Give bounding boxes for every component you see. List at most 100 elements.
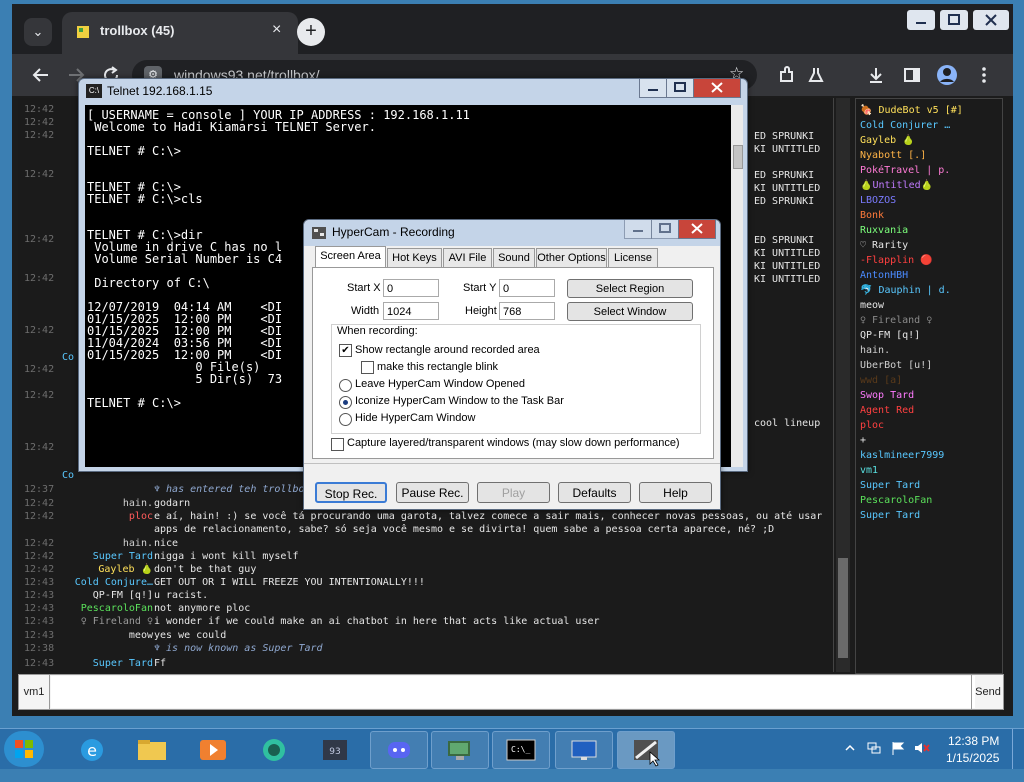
hypercam-close-icon[interactable] — [678, 220, 716, 239]
clock-date[interactable]: 1/15/2025 — [946, 751, 999, 765]
telnet-minimize-icon[interactable] — [639, 79, 667, 98]
defaults-button[interactable]: Defaults — [558, 482, 631, 503]
user-list-item[interactable]: Swop Tard — [860, 390, 914, 401]
send-button[interactable]: Send — [971, 675, 1004, 709]
back-arrow-icon[interactable] — [32, 66, 50, 84]
show-hidden-icons-icon[interactable] — [845, 743, 855, 753]
taskbar-discord[interactable] — [370, 731, 428, 769]
blink-checkbox[interactable] — [361, 361, 374, 374]
message-nick[interactable]: Super Tard — [93, 551, 153, 562]
telnet-scroll-thumb[interactable] — [733, 145, 743, 169]
message-nick[interactable]: hain. — [123, 538, 153, 549]
message-nick[interactable]: QP-FM [q!] — [93, 590, 153, 601]
labs-flask-icon[interactable] — [807, 66, 825, 84]
message-nick[interactable]: Gayleb 🍐 — [98, 564, 153, 575]
volume-muted-icon[interactable] — [913, 740, 931, 756]
telnet-maximize-icon[interactable] — [666, 79, 694, 98]
width-input[interactable]: 1024 — [383, 302, 439, 320]
download-icon[interactable] — [867, 66, 885, 84]
telnet-close-icon[interactable] — [693, 79, 741, 98]
taskbar-hypercam[interactable] — [617, 731, 675, 769]
tab-hot-keys[interactable]: Hot Keys — [387, 248, 442, 268]
user-list-item[interactable]: LBOZOS — [860, 195, 896, 206]
minimize-icon[interactable] — [907, 10, 935, 30]
help-button[interactable]: Help — [639, 482, 712, 503]
hide-radio[interactable] — [339, 413, 352, 426]
extensions-icon[interactable] — [777, 66, 795, 84]
new-tab-button[interactable]: + — [297, 18, 325, 46]
user-list-item[interactable]: UberBot [u!] — [860, 360, 932, 371]
tab-search-button[interactable]: ⌄ — [24, 18, 52, 46]
user-list-item[interactable]: ♡ Rarity — [860, 240, 908, 251]
start-button[interactable] — [4, 731, 44, 767]
user-list-item[interactable]: 🐬 Dauphin | d. — [860, 285, 951, 296]
select-region-button[interactable]: Select Region — [567, 279, 693, 298]
network-tray-icon[interactable] — [866, 740, 882, 756]
start-x-input[interactable]: 0 — [383, 279, 439, 297]
action-center-flag-icon[interactable] — [890, 740, 906, 756]
user-list-item[interactable]: Cold Conjurer … — [860, 120, 950, 131]
select-window-button[interactable]: Select Window — [567, 302, 693, 321]
tab-screen-area[interactable]: Screen Area — [315, 246, 386, 269]
user-list-item[interactable]: meow — [860, 300, 884, 311]
maximize-icon[interactable] — [940, 10, 968, 30]
user-list-item[interactable]: PokéTravel | p. — [860, 165, 950, 176]
side-panel-icon[interactable] — [903, 66, 921, 84]
taskbar-network[interactable] — [431, 731, 489, 769]
user-list-item[interactable]: Super Tard — [860, 480, 920, 491]
telnet-scrollbar[interactable] — [731, 105, 743, 467]
user-list-item[interactable]: Bonk — [860, 210, 884, 221]
user-list-item[interactable]: 🍖 DudeBot v5 [#] — [860, 105, 963, 116]
taskbar-windows93[interactable]: 93 — [306, 731, 364, 769]
taskbar-cmd[interactable]: C:\_ — [492, 731, 550, 769]
message-nick[interactable]: hain. — [123, 498, 153, 509]
user-list-item[interactable]: Ruxvania — [860, 225, 908, 236]
user-list-item[interactable]: vm1 — [860, 465, 878, 476]
height-input[interactable]: 768 — [499, 302, 555, 320]
kebab-menu-icon[interactable] — [975, 66, 993, 84]
message-nick[interactable]: Cold Conjure… — [75, 577, 153, 588]
profile-avatar-icon[interactable] — [936, 64, 958, 86]
pause-rec-button[interactable]: Pause Rec. — [396, 482, 469, 503]
taskbar-ie[interactable]: e — [63, 731, 121, 769]
iconize-radio[interactable] — [339, 396, 352, 409]
user-list-item[interactable]: Super Tard — [860, 510, 920, 521]
user-list-item[interactable]: AntonHBH — [860, 270, 908, 281]
taskbar-explorer[interactable] — [123, 731, 181, 769]
tab-close-icon[interactable]: × — [272, 21, 281, 39]
user-list-item[interactable]: PescaroloFan — [860, 495, 932, 506]
nickname-label[interactable]: vm1 — [19, 675, 50, 709]
clock-time[interactable]: 12:38 PM — [948, 734, 999, 748]
tab-other-options[interactable]: Other Options — [536, 248, 607, 268]
user-list-item[interactable]: Agent Red — [860, 405, 914, 416]
user-list-item[interactable]: Nyabott [.] — [860, 150, 926, 161]
tab-avi-file[interactable]: AVI File — [443, 248, 492, 268]
user-list-item[interactable]: + — [860, 435, 866, 446]
capture-layered-checkbox[interactable] — [331, 438, 344, 451]
taskbar-media-player[interactable] — [184, 731, 242, 769]
tab-trollbox[interactable]: trollbox (45) × — [62, 12, 298, 54]
user-list-item[interactable]: 🍐Untitled🍐 — [860, 180, 933, 191]
user-list-item[interactable]: ♀ Fireland ♀ — [860, 315, 932, 326]
start-y-input[interactable]: 0 — [499, 279, 555, 297]
hypercam-maximize-icon[interactable] — [651, 220, 679, 239]
user-list-item[interactable]: ploc — [860, 420, 884, 431]
user-list-item[interactable]: Gayleb 🍐 — [860, 135, 915, 146]
message-nick[interactable]: ♀ Fireland ♀ — [81, 616, 153, 627]
taskbar-app-orb[interactable] — [245, 731, 303, 769]
message-nick[interactable]: PescaroloFan — [81, 603, 153, 614]
play-button[interactable]: Play — [477, 482, 550, 503]
stop-rec-button[interactable]: Stop Rec. — [315, 482, 387, 503]
message-nick[interactable]: ploc — [129, 511, 153, 522]
show-desktop-button[interactable] — [1012, 729, 1024, 769]
user-list-item[interactable]: -Flapplin 🔴 — [860, 255, 933, 266]
chat-scroll-thumb[interactable] — [838, 558, 848, 658]
show-rectangle-checkbox[interactable]: ✔ — [339, 344, 352, 357]
tab-license[interactable]: License — [608, 248, 658, 268]
message-nick[interactable]: meow — [129, 630, 153, 641]
user-list-item[interactable]: hain. — [860, 345, 890, 356]
user-list-item[interactable]: kaslmineer7999 — [860, 450, 944, 461]
hypercam-minimize-icon[interactable] — [624, 220, 652, 239]
chat-message-input[interactable] — [51, 676, 975, 708]
leave-opened-radio[interactable] — [339, 379, 352, 392]
